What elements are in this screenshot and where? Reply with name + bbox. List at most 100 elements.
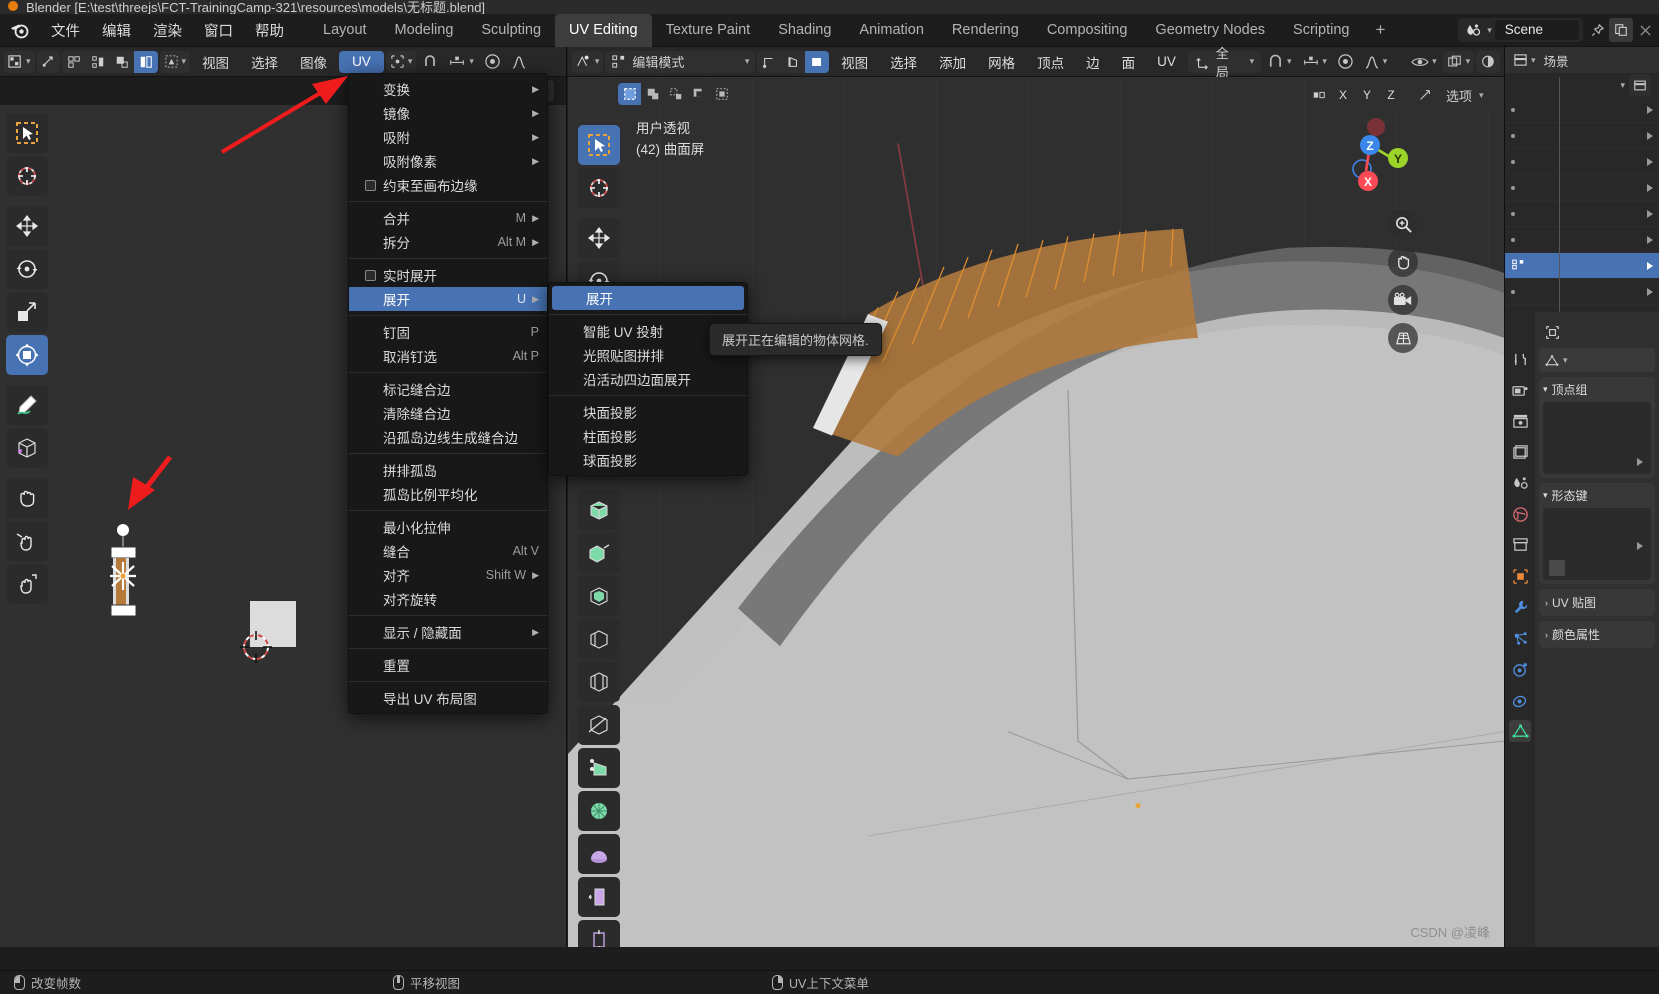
menu-file[interactable]: 文件 bbox=[40, 17, 91, 44]
menu-item-constrain-to-bounds[interactable]: 约束至画布边缘 bbox=[349, 173, 547, 197]
expand-triangle-icon[interactable] bbox=[1637, 542, 1643, 550]
menu-render[interactable]: 渲染 bbox=[142, 17, 193, 44]
properties-tab-view-layer[interactable] bbox=[1509, 441, 1531, 463]
workspace-tab-rendering[interactable]: Rendering bbox=[938, 14, 1033, 47]
menu-item-snap[interactable]: 吸附 ▶ bbox=[349, 125, 547, 149]
zoom-icon[interactable] bbox=[1388, 209, 1418, 239]
properties-tab-particles[interactable] bbox=[1509, 627, 1531, 649]
vertex-select-icon[interactable] bbox=[62, 51, 86, 73]
menu-item-export-uv-layout[interactable]: 导出 UV 布局图 bbox=[349, 686, 547, 710]
submenu-item-follow-active-quads[interactable]: 沿活动四边面展开 bbox=[549, 367, 747, 391]
pan-hand-icon[interactable] bbox=[1388, 247, 1418, 277]
sticky-selection-icon[interactable]: ▾ bbox=[159, 50, 191, 73]
axis-button-z[interactable]: Z bbox=[1380, 84, 1402, 106]
viewport-menu-select[interactable]: 选择 bbox=[880, 50, 927, 74]
mesh-data-selector[interactable]: ▾ bbox=[1539, 348, 1655, 372]
navigation-gizmo[interactable]: Z Y X bbox=[1340, 113, 1426, 199]
axis-button-y[interactable]: Y bbox=[1356, 84, 1378, 106]
properties-tab-data[interactable] bbox=[1509, 720, 1531, 742]
menu-item-unwrap[interactable]: 展开 U ▶ bbox=[349, 287, 547, 311]
menu-item-snap-pixels[interactable]: 吸附像素 ▶ bbox=[349, 149, 547, 173]
vp-tool-move[interactable] bbox=[578, 218, 620, 258]
submenu-item-cube-projection[interactable]: 块面投影 bbox=[549, 400, 747, 424]
face-select-icon[interactable] bbox=[110, 51, 134, 73]
properties-tab-scene[interactable] bbox=[1509, 472, 1531, 494]
close-icon[interactable] bbox=[1633, 18, 1657, 42]
menu-item-pin[interactable]: 钉固 P bbox=[349, 320, 547, 344]
menu-item-transform[interactable]: 变换 ▶ bbox=[349, 77, 547, 101]
camera-icon[interactable] bbox=[1388, 285, 1418, 315]
menu-item-mirror[interactable]: 镜像 ▶ bbox=[349, 101, 547, 125]
unwrap-submenu[interactable]: 展开 智能 UV 投射 光照贴图拼排 沿活动四边面展开 块面投影 柱面投影 球面… bbox=[548, 282, 748, 476]
workspace-tab-modeling[interactable]: Modeling bbox=[381, 14, 468, 47]
outliner-row-3[interactable] bbox=[1505, 149, 1659, 175]
vp-tool-inset[interactable] bbox=[578, 576, 620, 616]
invert-select-icon[interactable] bbox=[687, 83, 710, 105]
vp-tool-poly-build[interactable] bbox=[578, 748, 620, 788]
edge-select-icon[interactable] bbox=[86, 51, 110, 73]
snap-magnet-icon[interactable]: ▾ bbox=[1263, 51, 1295, 73]
uv-select-mode-group[interactable] bbox=[61, 50, 158, 73]
menu-item-clear-seam[interactable]: 清除缝合边 bbox=[349, 401, 547, 425]
menu-item-align[interactable]: 对齐 Shift W ▶ bbox=[349, 563, 547, 587]
falloff-curve-icon[interactable]: ▾ bbox=[1360, 51, 1391, 73]
menu-item-mark-seam[interactable]: 标记缝合边 bbox=[349, 377, 547, 401]
panel-list-box[interactable] bbox=[1543, 402, 1651, 474]
uv-sync-selection-icon[interactable] bbox=[36, 50, 60, 73]
panel-header[interactable]: ▾ 形态键 bbox=[1543, 487, 1651, 504]
viewport-menu-view[interactable]: 视图 bbox=[831, 50, 878, 74]
orientation-selector[interactable]: 全局 ▾ bbox=[1187, 46, 1262, 80]
vp-tool-edge-slide[interactable] bbox=[578, 877, 620, 917]
properties-tab-tool[interactable] bbox=[1509, 348, 1531, 370]
submenu-item-unwrap[interactable]: 展开 bbox=[552, 286, 744, 310]
edge-mode-icon[interactable] bbox=[781, 51, 805, 73]
properties-panel-uv-maps[interactable]: › UV 贴图 bbox=[1539, 589, 1655, 616]
checkbox[interactable] bbox=[365, 179, 376, 191]
properties-panel-color-attributes[interactable]: › 颜色属性 bbox=[1539, 621, 1655, 648]
uv-menu-view[interactable]: 视图 bbox=[192, 50, 239, 74]
properties-tab-object[interactable] bbox=[1509, 565, 1531, 587]
expand-triangle-icon[interactable] bbox=[1647, 261, 1653, 270]
properties-tab-modifier[interactable] bbox=[1509, 596, 1531, 618]
properties-tab-output[interactable] bbox=[1509, 410, 1531, 432]
select-tool-modes[interactable] bbox=[618, 83, 733, 105]
viewport-menu-vertex[interactable]: 顶点 bbox=[1027, 50, 1074, 74]
menu-item-align-rotation[interactable]: 对齐旋转 bbox=[349, 587, 547, 611]
outliner-row-4[interactable] bbox=[1505, 175, 1659, 201]
vertex-mode-icon[interactable] bbox=[757, 51, 781, 73]
mesh-select-mode-group[interactable] bbox=[757, 50, 830, 73]
properties-tab-constraints[interactable] bbox=[1509, 689, 1531, 711]
snap-toggle-icon[interactable] bbox=[1414, 84, 1436, 106]
scene-name-field[interactable]: Scene bbox=[1494, 20, 1579, 40]
vp-tool-smooth[interactable] bbox=[578, 834, 620, 874]
workspace-tab-texture-paint[interactable]: Texture Paint bbox=[652, 14, 765, 47]
viewport-menu-edge[interactable]: 边 bbox=[1076, 50, 1110, 74]
menu-edit[interactable]: 编辑 bbox=[91, 17, 142, 44]
expand-triangle-icon[interactable] bbox=[1637, 458, 1643, 466]
submenu-item-cylinder-projection[interactable]: 柱面投影 bbox=[549, 424, 747, 448]
mode-selector[interactable]: 编辑模式 ▾ bbox=[605, 50, 756, 73]
menu-help[interactable]: 帮助 bbox=[244, 17, 295, 44]
properties-tab-collection[interactable] bbox=[1509, 534, 1531, 556]
uv-menu-uv[interactable]: UV bbox=[339, 50, 384, 73]
menu-item-average-island-scale[interactable]: 孤岛比例平均化 bbox=[349, 482, 547, 506]
menu-item-show-hide-faces[interactable]: 显示 / 隐藏面 ▶ bbox=[349, 620, 547, 644]
expand-triangle-icon[interactable] bbox=[1647, 209, 1653, 218]
submenu-item-sphere-projection[interactable]: 球面投影 bbox=[549, 448, 747, 472]
expand-triangle-icon[interactable] bbox=[1647, 183, 1653, 192]
panel-header[interactable]: ▾ 顶点组 bbox=[1543, 381, 1651, 398]
outliner-row-8[interactable] bbox=[1505, 279, 1659, 305]
panel-list-box[interactable] bbox=[1543, 508, 1651, 580]
workspace-tab-sculpting[interactable]: Sculpting bbox=[467, 14, 555, 47]
uv-menu-image[interactable]: 图像 bbox=[290, 50, 337, 74]
workspace-tab-scripting[interactable]: Scripting bbox=[1279, 14, 1363, 47]
menu-item-unpin[interactable]: 取消钉选 Alt P bbox=[349, 344, 547, 368]
proportional-edit-icon[interactable] bbox=[480, 51, 505, 73]
expand-triangle-icon[interactable] bbox=[1647, 157, 1653, 166]
face-mode-icon[interactable] bbox=[805, 50, 830, 73]
expand-triangle-icon[interactable] bbox=[1647, 235, 1653, 244]
uv-menu-select[interactable]: 选择 bbox=[241, 50, 288, 74]
panel-header[interactable]: › UV 贴图 bbox=[1545, 594, 1649, 611]
expand-triangle-icon[interactable] bbox=[1647, 105, 1653, 114]
duplicate-icon[interactable] bbox=[1609, 18, 1633, 42]
